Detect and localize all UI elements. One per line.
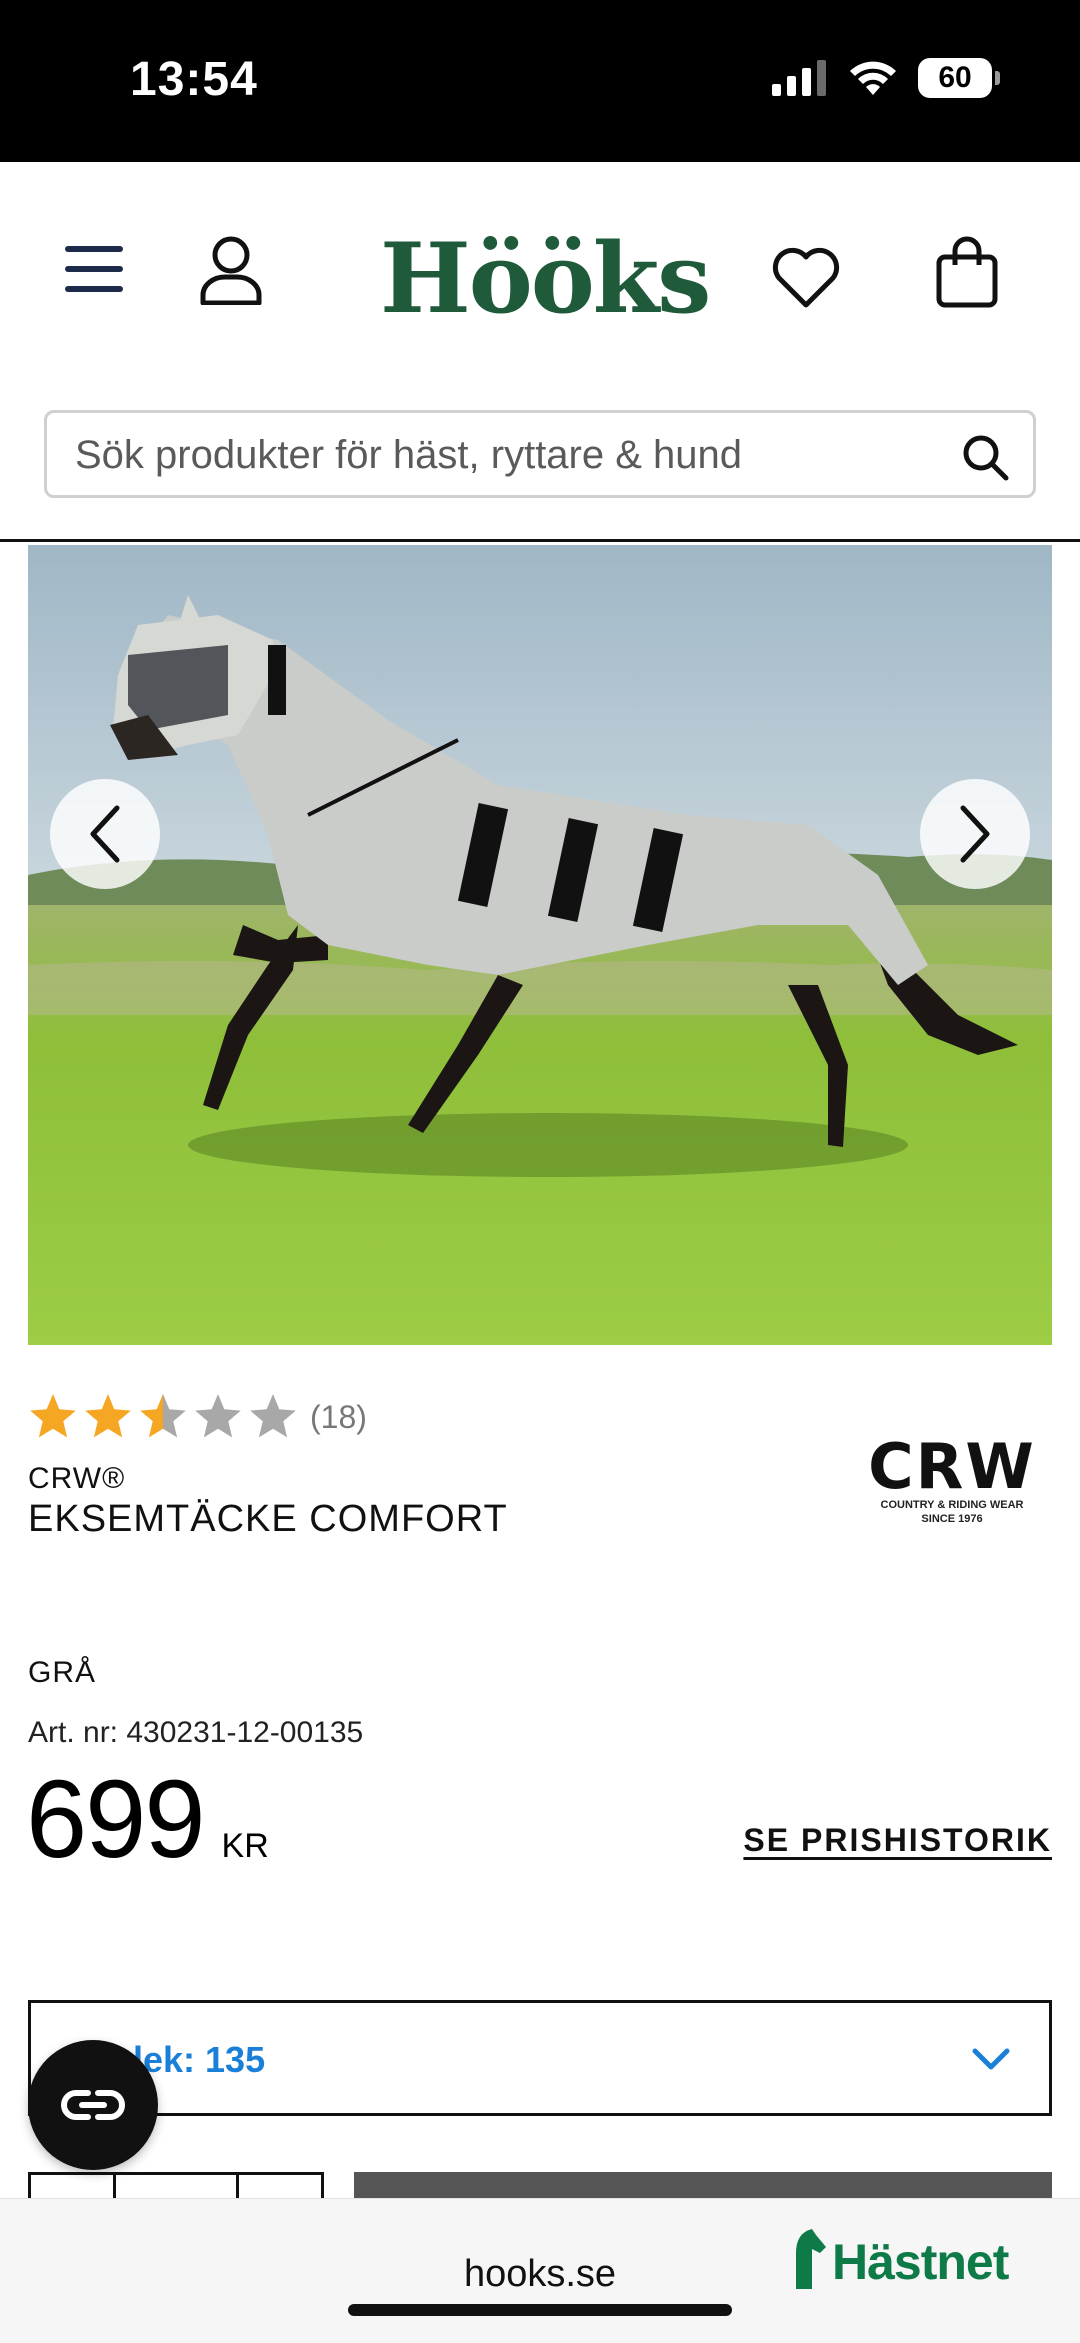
account-icon[interactable] [196, 234, 266, 306]
product-photo [28, 545, 1052, 1345]
price-history-link[interactable]: SE PRISHISTORIK [743, 1822, 1052, 1859]
rating-star [195, 1394, 241, 1438]
rating-count: (18) [310, 1398, 367, 1435]
rating-star [250, 1394, 296, 1438]
product-title: EKSEMTÄCKE COMFORT [28, 1498, 508, 1540]
product-brand[interactable]: CRW® [28, 1462, 125, 1496]
product-color: GRÅ [28, 1656, 97, 1689]
search-icon[interactable] [957, 429, 1013, 485]
partner-name: Hästnet [832, 2234, 1009, 2290]
product-image-gallery[interactable] [28, 545, 1052, 1345]
chevron-down-icon [972, 2048, 1010, 2070]
price-currency: KR [221, 1827, 269, 1865]
star-rating-icon [30, 1394, 296, 1438]
price-amount: 699 [26, 1758, 206, 1881]
search-input[interactable] [75, 427, 915, 483]
home-indicator [348, 2304, 732, 2316]
article-number: Art. nr: 430231-12-00135 [28, 1716, 364, 1749]
status-bar: 13:54 60 [0, 0, 1080, 162]
gallery-next-button[interactable] [920, 779, 1030, 889]
chevron-left-icon [90, 805, 120, 863]
menu-icon[interactable] [60, 240, 128, 298]
battery-icon: 60 [918, 58, 1000, 98]
wishlist-heart-icon[interactable] [770, 246, 842, 310]
product-rating[interactable]: (18) [28, 1392, 367, 1442]
rating-star [85, 1394, 131, 1438]
browser-bottom-bar: hooks.se Hästnet [0, 2198, 1080, 2343]
chat-icon [61, 2090, 125, 2120]
rating-star [30, 1394, 76, 1438]
partner-logo[interactable]: Hästnet [790, 2227, 1009, 2291]
search-box [44, 410, 1036, 498]
cellular-signal-icon [772, 60, 826, 96]
status-time: 13:54 [130, 53, 258, 106]
gallery-prev-button[interactable] [50, 779, 160, 889]
site-header: Hööks [0, 162, 1080, 542]
status-icons: 60 [772, 58, 1000, 98]
horse-head-icon [796, 2229, 826, 2289]
product-price: 699 KR [26, 1756, 269, 1883]
size-select[interactable]: Storlek: 135 [28, 2000, 1052, 2116]
brand-logo-since: SINCE 1976 [921, 1513, 983, 1525]
battery-level: 60 [918, 58, 992, 98]
chevron-right-icon [960, 805, 990, 863]
shopping-bag-icon[interactable] [934, 234, 1000, 310]
browser-url[interactable]: hooks.se [380, 2253, 700, 2296]
rating-star [140, 1394, 186, 1438]
brand-logo-tagline: COUNTRY & RIDING WEAR [880, 1499, 1024, 1511]
chat-button[interactable] [28, 2040, 158, 2170]
site-logo[interactable]: Hööks [380, 222, 711, 335]
brand-logo-mark: CRW [868, 1430, 1036, 1503]
wifi-icon [850, 61, 896, 95]
brand-logo[interactable]: CRW COUNTRY & RIDING WEAR SINCE 1976 [862, 1436, 1042, 1526]
